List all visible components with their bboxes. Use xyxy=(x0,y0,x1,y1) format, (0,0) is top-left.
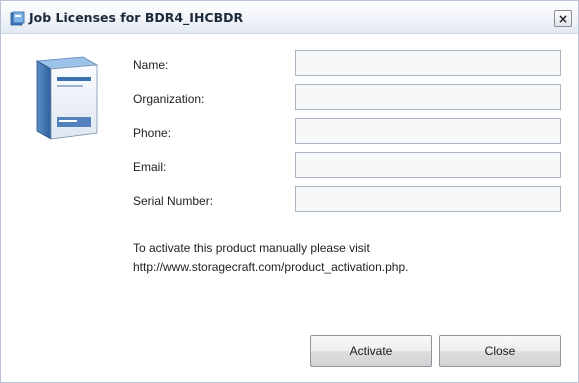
phone-label: Phone: xyxy=(133,126,172,140)
job-licenses-dialog: Job Licenses for BDR4_IHCBDR × Name: Org… xyxy=(0,0,579,383)
close-button[interactable]: Close xyxy=(439,335,561,367)
activation-note: To activate this product manually please… xyxy=(133,239,493,277)
serial-number-field[interactable] xyxy=(295,186,561,212)
email-field[interactable] xyxy=(295,152,561,178)
activate-button[interactable]: Activate xyxy=(310,335,432,367)
email-label: Email: xyxy=(133,160,167,174)
software-box-icon xyxy=(35,56,99,140)
name-label: Name: xyxy=(133,58,169,72)
phone-field[interactable] xyxy=(295,118,561,144)
close-icon[interactable]: × xyxy=(554,10,572,27)
window-title: Job Licenses for BDR4_IHCBDR xyxy=(29,10,244,25)
app-icon xyxy=(10,11,25,26)
activation-url: http://www.storagecraft.com/product_acti… xyxy=(133,260,409,274)
title-bar[interactable]: Job Licenses for BDR4_IHCBDR × xyxy=(1,1,578,34)
serial-number-label: Serial Number: xyxy=(133,194,214,208)
name-field[interactable] xyxy=(295,50,561,76)
activation-note-line-1: To activate this product manually please… xyxy=(133,241,370,255)
organization-label: Organization: xyxy=(133,92,205,106)
organization-field[interactable] xyxy=(295,84,561,110)
